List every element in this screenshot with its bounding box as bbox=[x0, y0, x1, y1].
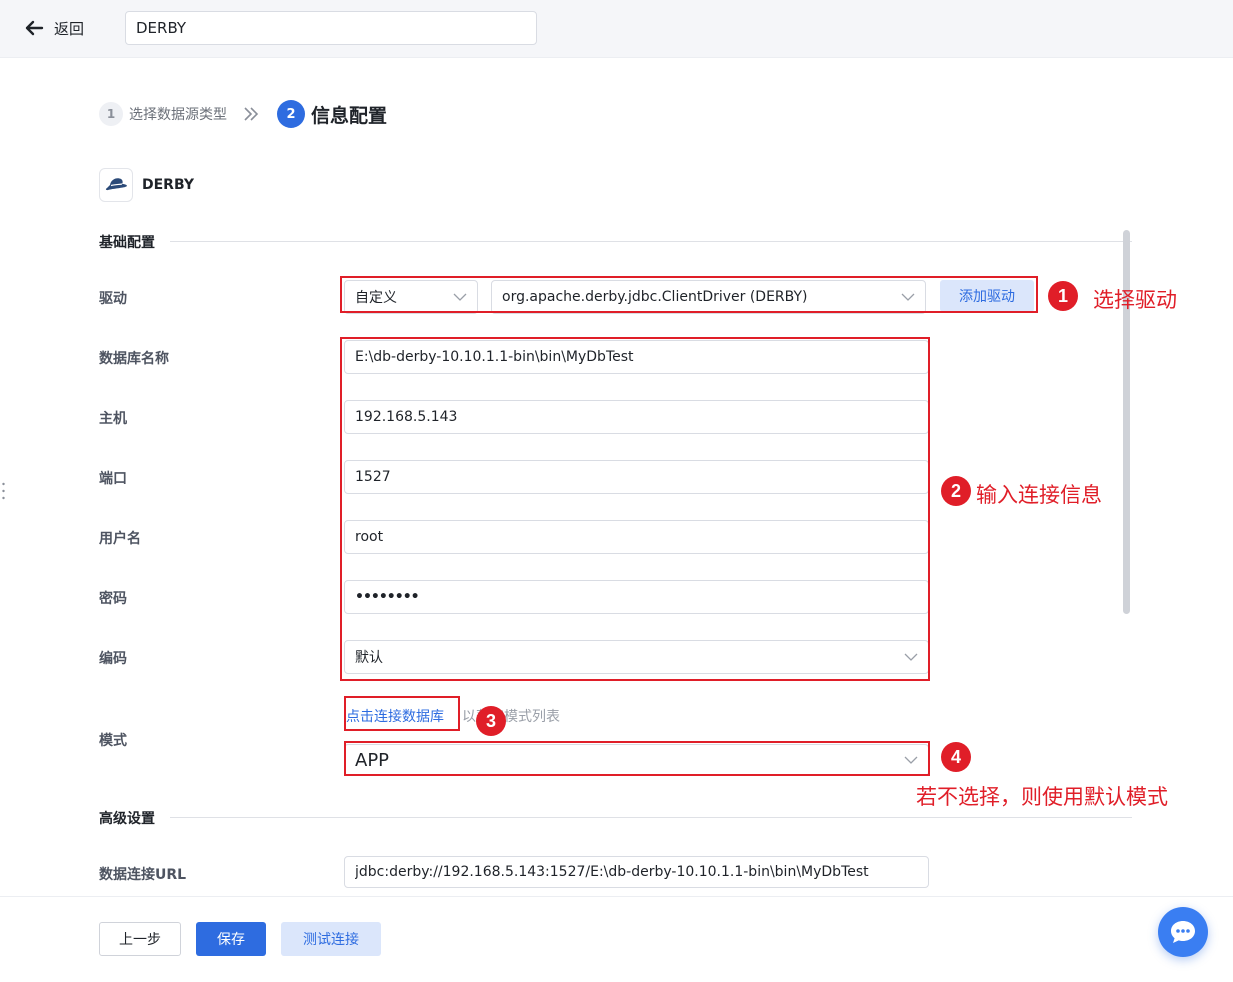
username-label: 用户名 bbox=[99, 531, 141, 547]
jdbc-url-input[interactable]: jdbc:derby://192.168.5.143:1527/E:\db-de… bbox=[344, 856, 929, 888]
database-name-label: 数据库名称 bbox=[99, 351, 169, 367]
schema-label: 模式 bbox=[99, 733, 127, 749]
step-label: 选择数据源类型 bbox=[129, 107, 227, 123]
double-chevron-right-icon bbox=[244, 107, 259, 121]
derby-hat-icon bbox=[99, 168, 133, 202]
section-title-basic: 基础配置 bbox=[99, 235, 155, 251]
annotation-box-connect-link bbox=[344, 696, 460, 731]
annotation-box-connection bbox=[340, 337, 930, 681]
step-info-config: 2 信息配置 bbox=[277, 100, 387, 128]
datasource-header: DERBY bbox=[99, 168, 194, 202]
encoding-label: 编码 bbox=[99, 651, 127, 667]
jdbc-url-label: 数据连接URL bbox=[99, 867, 187, 883]
annotation-marker-1: 1 bbox=[1048, 281, 1078, 311]
annotation-text-2: 输入连接信息 bbox=[976, 483, 1102, 507]
chat-assistant-button[interactable] bbox=[1158, 907, 1208, 957]
section-divider bbox=[170, 241, 1132, 242]
test-connection-button[interactable]: 测试连接 bbox=[281, 922, 381, 956]
section-title-advanced: 高级设置 bbox=[99, 811, 155, 827]
datasource-title: DERBY bbox=[142, 177, 195, 193]
step-indicator: 1 选择数据源类型 2 信息配置 bbox=[99, 98, 387, 130]
port-label: 端口 bbox=[99, 471, 127, 487]
jdbc-url-value: jdbc:derby://192.168.5.143:1527/E:\db-de… bbox=[355, 864, 869, 880]
annotation-marker-2: 2 bbox=[941, 476, 971, 506]
footer-bar bbox=[0, 896, 1233, 982]
annotation-marker-4: 4 bbox=[941, 742, 971, 772]
step-number: 2 bbox=[277, 100, 305, 128]
datasource-name-input[interactable]: DERBY bbox=[125, 11, 537, 45]
prev-step-button[interactable]: 上一步 bbox=[99, 922, 181, 956]
password-label: 密码 bbox=[99, 591, 127, 607]
section-divider bbox=[170, 817, 1132, 818]
save-button[interactable]: 保存 bbox=[196, 922, 266, 956]
annotation-box-schema bbox=[344, 741, 930, 776]
step-number: 1 bbox=[99, 102, 123, 126]
chat-bubble-icon bbox=[1171, 921, 1195, 943]
annotation-marker-3: 3 bbox=[476, 706, 506, 736]
back-button[interactable]: 返回 bbox=[24, 16, 84, 40]
annotation-text-4: 若不选择，则使用默认模式 bbox=[916, 785, 1168, 809]
arrow-left-icon bbox=[25, 20, 44, 36]
step-select-type[interactable]: 1 选择数据源类型 bbox=[99, 102, 227, 126]
step-label: 信息配置 bbox=[311, 104, 388, 127]
resize-handle-icon[interactable] bbox=[2, 482, 5, 500]
back-label: 返回 bbox=[54, 19, 85, 38]
driver-label: 驱动 bbox=[99, 291, 127, 307]
host-label: 主机 bbox=[99, 411, 127, 427]
annotation-text-1: 选择驱动 bbox=[1093, 288, 1177, 312]
annotation-box-driver bbox=[340, 276, 1038, 313]
top-bar: 返回 DERBY bbox=[0, 0, 1233, 58]
